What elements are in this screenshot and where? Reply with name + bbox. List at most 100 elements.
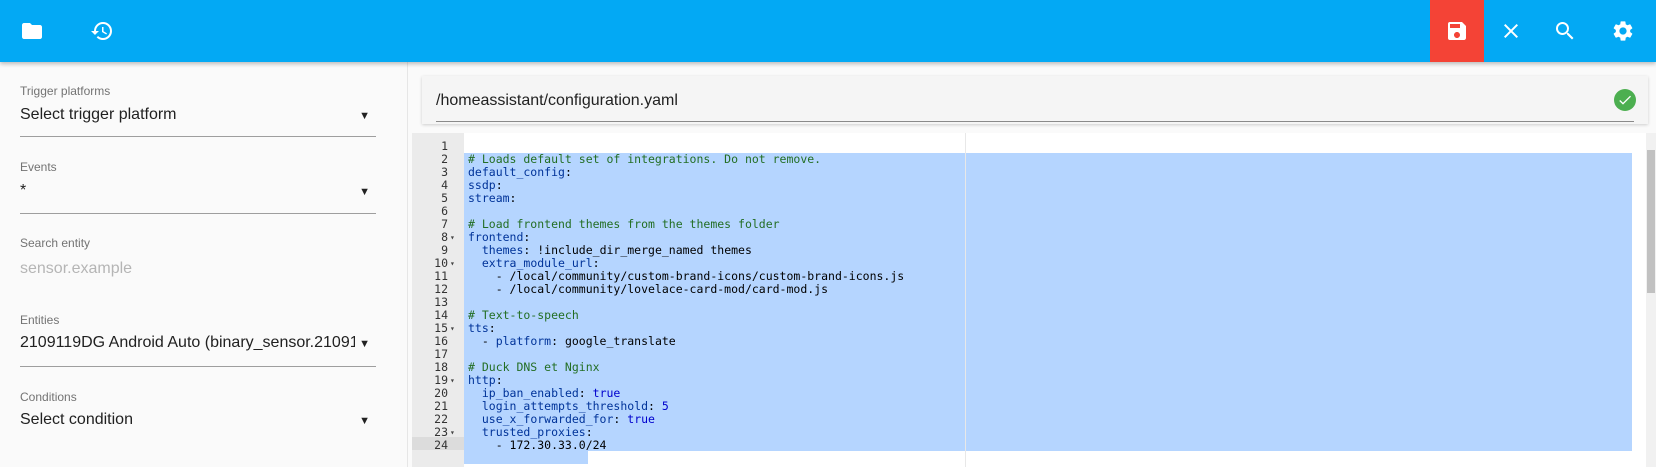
code-line[interactable]: 11 - /local/community/custom-brand-icons… bbox=[412, 268, 1632, 283]
dropdown-arrow-icon[interactable]: ▼ bbox=[359, 415, 370, 427]
line-number: 23 bbox=[434, 424, 448, 439]
code-line[interactable]: 22 use_x_forwarded_for: true bbox=[412, 411, 1632, 426]
dropdown-arrow-icon[interactable]: ▼ bbox=[359, 338, 370, 350]
scrollbar-thumb[interactable] bbox=[1647, 150, 1655, 293]
save-button[interactable] bbox=[1430, 0, 1484, 62]
code-text: - /local/community/lovelace-card-mod/car… bbox=[468, 281, 829, 296]
text-selection-end bbox=[464, 450, 588, 464]
fold-toggle-icon[interactable]: ▾ bbox=[450, 426, 455, 439]
line-number: 17 bbox=[434, 346, 448, 361]
line-number: 18 bbox=[434, 359, 448, 374]
line-number: 19 bbox=[434, 372, 448, 387]
entities-label: Entities bbox=[20, 313, 60, 327]
code-line[interactable]: 2 # Loads default set of integrations. Do… bbox=[412, 151, 1632, 166]
main-panel: /homeassistant/configuration.yaml 1 2 # Lo… bbox=[408, 62, 1656, 467]
code-text: - 172.30.33.0/24 bbox=[468, 437, 607, 452]
field-underline bbox=[20, 366, 376, 367]
code-line[interactable]: 4 ssdp: bbox=[412, 177, 1632, 192]
line-number: 15 bbox=[434, 320, 448, 335]
line-number: 8 bbox=[441, 229, 448, 244]
code-text: tts: bbox=[468, 320, 496, 335]
code-text: stream: bbox=[468, 190, 517, 205]
trigger-platforms-select[interactable]: Trigger platforms Select trigger platfor… bbox=[20, 84, 376, 137]
fold-toggle-icon[interactable]: ▾ bbox=[450, 374, 455, 387]
editor-scrollbar[interactable] bbox=[1646, 133, 1656, 467]
file-path-bar: /homeassistant/configuration.yaml bbox=[422, 76, 1648, 124]
settings-icon bbox=[1613, 21, 1633, 41]
code-text: trusted_proxies: bbox=[481, 424, 593, 439]
dropdown-arrow-icon[interactable]: ▼ bbox=[359, 186, 370, 198]
code-line[interactable]: 8 ▾ frontend: bbox=[412, 229, 1632, 244]
close-button[interactable] bbox=[1484, 0, 1538, 62]
field-underline bbox=[20, 213, 376, 214]
close-icon bbox=[1504, 24, 1518, 38]
line-number: 7 bbox=[441, 216, 448, 231]
entities-value: 2109119DG Android Auto (binary_sensor.21… bbox=[20, 334, 355, 351]
code-line[interactable]: 13 bbox=[412, 294, 1632, 309]
entities-select[interactable]: Entities 2109119DG Android Auto (binary_… bbox=[20, 313, 376, 367]
conditions-value: Select condition bbox=[20, 411, 133, 428]
code-text: - platform: google_translate bbox=[468, 333, 676, 348]
line-number: 5 bbox=[441, 190, 448, 205]
conditions-label: Conditions bbox=[20, 390, 77, 404]
history-button[interactable] bbox=[75, 0, 129, 62]
fold-toggle-icon[interactable]: ▾ bbox=[450, 231, 455, 244]
line-number: 2 bbox=[441, 151, 448, 166]
code-line[interactable]: 10 ▾ extra_module_url: bbox=[412, 255, 1632, 270]
line-number: 13 bbox=[434, 294, 448, 309]
field-underline bbox=[20, 136, 376, 137]
events-select[interactable]: Events * ▼ bbox=[20, 160, 376, 214]
save-icon bbox=[1448, 22, 1466, 40]
events-label: Events bbox=[20, 160, 57, 174]
line-number: 16 bbox=[434, 333, 448, 348]
dropdown-arrow-icon[interactable]: ▼ bbox=[359, 110, 370, 122]
code-line[interactable]: 3 default_config: bbox=[412, 164, 1632, 179]
line-number: 9 bbox=[441, 242, 448, 257]
search-entity-input[interactable]: sensor.example bbox=[20, 260, 355, 278]
search-entity-label: Search entity bbox=[20, 236, 91, 250]
code-line[interactable]: 9 themes: !include_dir_merge_named theme… bbox=[412, 242, 1632, 257]
code-line[interactable]: 5 stream: bbox=[412, 190, 1632, 205]
line-number: 20 bbox=[434, 385, 448, 400]
top-toolbar bbox=[0, 0, 1656, 62]
search-button[interactable] bbox=[1538, 0, 1592, 62]
code-line[interactable]: 18 # Duck DNS et Nginx bbox=[412, 359, 1632, 374]
search-entity-field[interactable]: Search entity sensor.example bbox=[20, 236, 376, 277]
settings-button[interactable] bbox=[1596, 0, 1650, 62]
code-text: extra_module_url: bbox=[481, 255, 600, 270]
code-line[interactable]: 23 ▾ trusted_proxies: bbox=[412, 424, 1632, 439]
check-circle-icon bbox=[1614, 89, 1636, 111]
line-number: 1 bbox=[441, 138, 448, 153]
code-editor[interactable]: 1 2 # Loads default set of integrations. D… bbox=[412, 133, 1656, 467]
code-line[interactable]: 16 - platform: google_translate bbox=[412, 333, 1632, 348]
line-number: 12 bbox=[434, 281, 448, 296]
trigger-platforms-value: Select trigger platform bbox=[20, 106, 177, 123]
code-line[interactable]: 12 - /local/community/lovelace-card-mod/… bbox=[412, 281, 1632, 296]
file-path: /homeassistant/configuration.yaml bbox=[436, 92, 678, 109]
code-line[interactable]: 14 # Text-to-speech bbox=[412, 307, 1632, 322]
events-value: * bbox=[20, 182, 27, 199]
line-number: 21 bbox=[434, 398, 448, 413]
line-number: 11 bbox=[434, 268, 448, 283]
line-number: 10 bbox=[434, 255, 448, 270]
line-number: 6 bbox=[441, 203, 448, 218]
conditions-select[interactable]: Conditions Select condition ▼ bbox=[20, 390, 376, 428]
line-number: 14 bbox=[434, 307, 448, 322]
search-icon bbox=[1556, 22, 1574, 40]
fold-toggle-icon[interactable]: ▾ bbox=[450, 257, 455, 270]
fold-toggle-icon[interactable]: ▾ bbox=[450, 322, 455, 335]
line-number: 22 bbox=[434, 411, 448, 426]
line-number: 3 bbox=[441, 164, 448, 179]
folder-icon bbox=[22, 23, 42, 39]
line-number: 24 bbox=[434, 437, 448, 452]
code-line[interactable]: 24 - 172.30.33.0/24 bbox=[412, 437, 1632, 452]
line-number: 4 bbox=[441, 177, 448, 192]
path-underline bbox=[436, 121, 1634, 122]
trigger-platforms-label: Trigger platforms bbox=[20, 84, 111, 98]
code-line[interactable]: 15 ▾ tts: bbox=[412, 320, 1632, 335]
code-line[interactable]: 7 # Load frontend themes from the themes … bbox=[412, 216, 1632, 231]
code-text: - /local/community/custom-brand-icons/cu… bbox=[468, 268, 905, 283]
folder-button[interactable] bbox=[5, 0, 59, 62]
sidebar-panel: Trigger platforms Select trigger platfor… bbox=[0, 62, 408, 467]
history-icon bbox=[91, 22, 112, 41]
